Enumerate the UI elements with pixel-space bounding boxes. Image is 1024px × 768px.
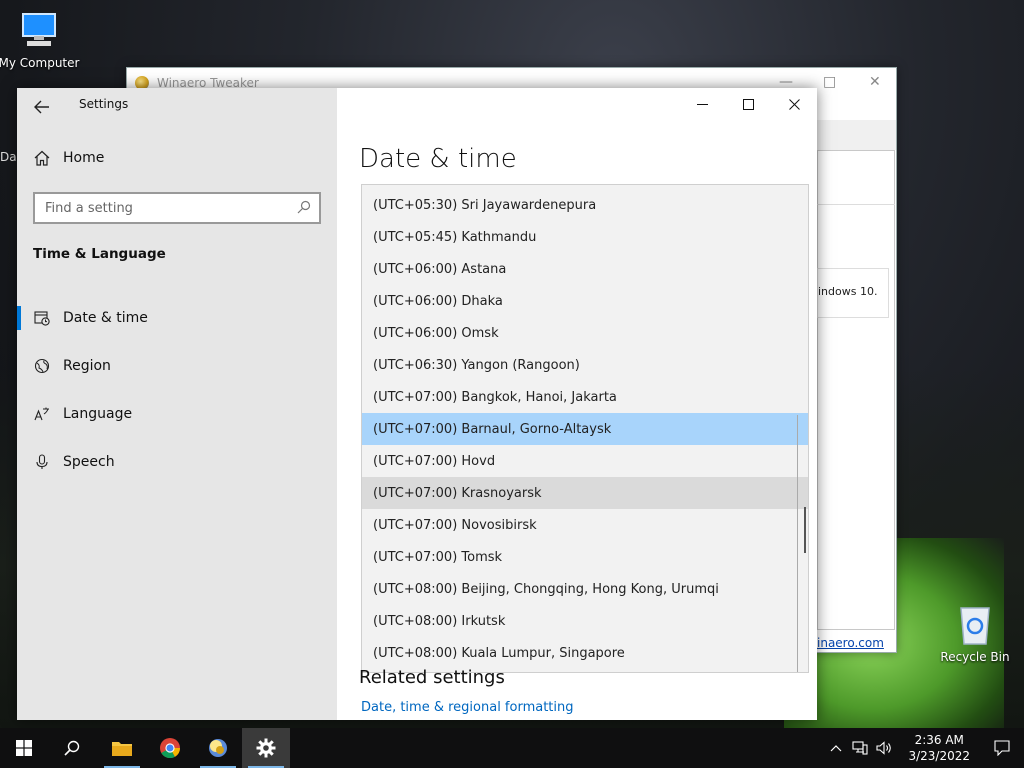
close-button[interactable]: ✕ [869, 74, 881, 90]
winaero-tweaker-icon [209, 739, 227, 757]
network-icon[interactable] [848, 741, 872, 755]
taskbar-chrome[interactable] [146, 728, 194, 768]
recycle-bin-icon [953, 602, 997, 646]
timezone-option[interactable]: (UTC+07:00) Bangkok, Hanoi, Jakarta [362, 381, 808, 413]
action-center-button[interactable] [980, 740, 1024, 756]
sidebar-item-label: Region [63, 358, 111, 374]
desktop-partial-label: Da [0, 150, 17, 164]
taskbar-file-explorer[interactable] [98, 728, 146, 768]
settings-content: Date & time (UTC+05:30) Sri Jayawardenep… [337, 88, 817, 720]
taskbar-winaero-tweaker[interactable] [194, 728, 242, 768]
notification-icon [994, 740, 1010, 756]
nav-home-label: Home [63, 150, 105, 166]
desktop-icon-label: Recycle Bin [940, 650, 1010, 664]
globe-icon [33, 358, 51, 374]
gear-icon [256, 738, 276, 758]
language-icon [33, 406, 51, 422]
timezone-option[interactable]: (UTC+08:00) Kuala Lumpur, Singapore [362, 637, 808, 669]
folder-icon [112, 742, 132, 756]
timezone-options: (UTC+05:30) Sri Jayawardenepura (UTC+05:4… [362, 185, 808, 669]
clock-time: 2:36 AM [914, 733, 964, 747]
related-settings-title: Related settings [359, 667, 505, 688]
timezone-option[interactable]: (UTC+07:00) Barnaul, Gorno-Altaysk [362, 413, 808, 445]
arrow-left-icon [34, 100, 49, 114]
nav-list: Date & time Region Language Speech [17, 294, 337, 486]
winaero-content-pane [817, 150, 895, 630]
taskbar: 2:36 AM 3/23/2022 [0, 728, 1024, 768]
microphone-icon [33, 454, 51, 470]
search-button[interactable] [48, 728, 96, 768]
maximize-button[interactable]: □ [823, 74, 836, 90]
timezone-option[interactable]: (UTC+08:00) Irkutsk [362, 605, 808, 637]
sidebar-item-language[interactable]: Language [17, 390, 337, 438]
sidebar-item-label: Language [63, 406, 133, 422]
start-button[interactable] [0, 728, 48, 768]
date-time-regional-formatting-link[interactable]: Date, time & regional formatting [361, 700, 574, 715]
close-icon [788, 98, 800, 110]
search-icon [297, 200, 311, 218]
winaero-description: indows 10. [817, 268, 889, 318]
search-box[interactable] [33, 192, 321, 224]
timezone-option[interactable]: (UTC+07:00) Krasnoyarsk [362, 477, 808, 509]
nav-home[interactable]: Home [33, 150, 104, 166]
desktop-icon-my-computer[interactable]: My Computer [0, 8, 84, 70]
timezone-option[interactable]: (UTC+05:45) Kathmandu [362, 221, 808, 253]
timezone-option[interactable]: (UTC+06:00) Dhaka [362, 285, 808, 317]
back-button[interactable] [31, 96, 53, 118]
sidebar-item-label: Speech [63, 454, 115, 470]
computer-icon [17, 8, 61, 52]
chrome-icon [160, 738, 181, 759]
search-icon [64, 740, 80, 756]
desktop-icon-label: My Computer [0, 56, 80, 70]
sidebar-item-speech[interactable]: Speech [17, 438, 337, 486]
timezone-option[interactable]: (UTC+07:00) Novosibirsk [362, 509, 808, 541]
timezone-option[interactable]: (UTC+06:00) Omsk [362, 317, 808, 349]
timezone-option[interactable]: (UTC+08:00) Beijing, Chongqing, Hong Kon… [362, 573, 808, 605]
timezone-dropdown-list[interactable]: (UTC+05:30) Sri Jayawardenepura (UTC+05:4… [361, 184, 809, 673]
settings-sidebar: Settings Home Time & Language Date & tim… [17, 88, 337, 720]
taskbar-settings[interactable] [242, 728, 290, 768]
clock-date: 3/23/2022 [908, 749, 970, 763]
taskbar-clock[interactable]: 2:36 AM 3/23/2022 [908, 732, 970, 764]
settings-window[interactable]: Settings Home Time & Language Date & tim… [17, 88, 817, 720]
minimize-icon [696, 103, 708, 105]
chevron-up-icon[interactable] [824, 744, 848, 752]
windows-logo-icon [16, 740, 32, 756]
window-controls [679, 88, 817, 120]
winaero-link[interactable]: inaero.com [817, 636, 884, 650]
scrollbar-track[interactable] [797, 415, 798, 672]
winaero-header-box [817, 150, 895, 205]
timezone-option[interactable]: (UTC+07:00) Tomsk [362, 541, 808, 573]
app-title: Settings [79, 97, 129, 111]
search-input[interactable] [45, 200, 289, 216]
desktop-icon-recycle-bin[interactable]: Recycle Bin [930, 602, 1020, 664]
timezone-option[interactable]: (UTC+05:30) Sri Jayawardenepura [362, 189, 808, 221]
timezone-option[interactable]: (UTC+06:00) Astana [362, 253, 808, 285]
timezone-option[interactable]: (UTC+07:00) Hovd [362, 445, 808, 477]
minimize-button[interactable] [679, 88, 725, 120]
sidebar-item-date-time[interactable]: Date & time [17, 294, 337, 342]
sidebar-item-label: Date & time [63, 310, 148, 326]
timezone-option[interactable]: (UTC+06:30) Yangon (Rangoon) [362, 349, 808, 381]
maximize-button[interactable] [725, 88, 771, 120]
scrollbar-thumb[interactable] [804, 507, 806, 553]
section-title: Time & Language [33, 246, 166, 262]
maximize-icon [742, 98, 754, 110]
home-icon [33, 150, 51, 166]
volume-icon[interactable] [872, 741, 896, 755]
page-title: Date & time [359, 144, 517, 174]
calendar-clock-icon [33, 310, 51, 326]
close-button[interactable] [771, 88, 817, 120]
system-tray: 2:36 AM 3/23/2022 [824, 728, 1024, 768]
sidebar-item-region[interactable]: Region [17, 342, 337, 390]
